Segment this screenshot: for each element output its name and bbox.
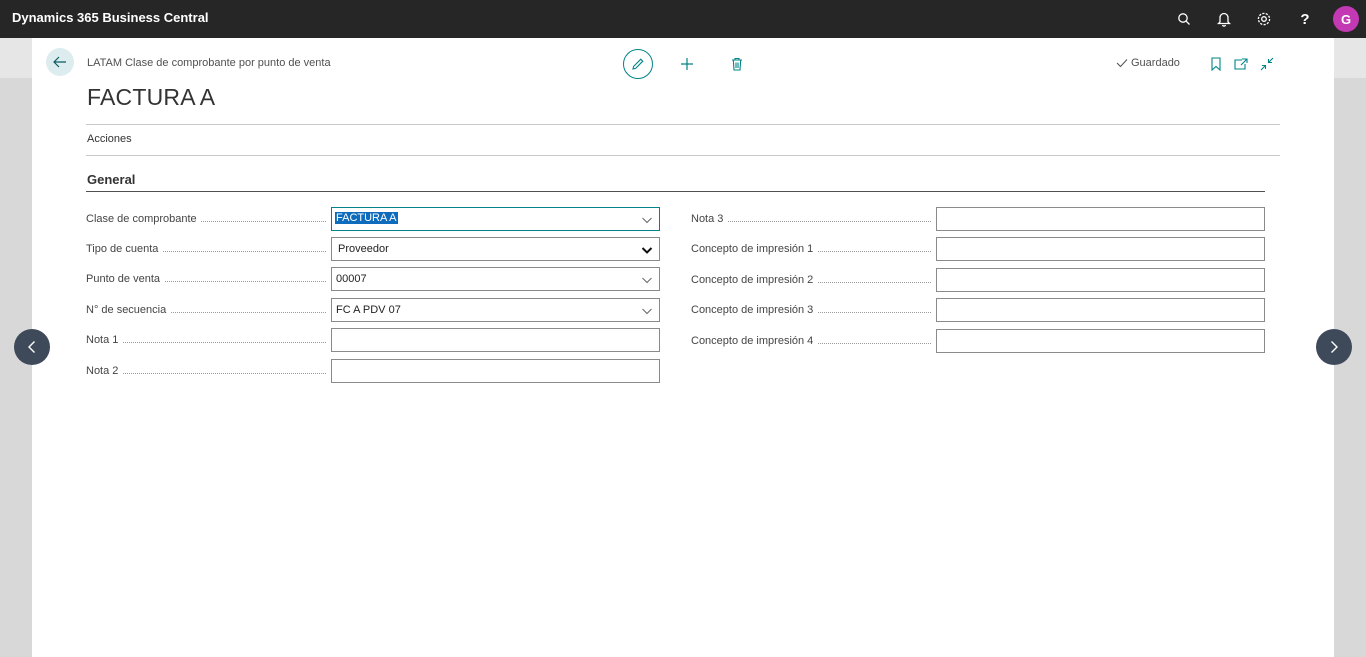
concepto-de-impresion-3-input[interactable] <box>936 298 1265 322</box>
field-label: Concepto de impresión 2 <box>691 274 818 286</box>
gear-icon[interactable] <box>1254 9 1274 29</box>
field-label: Tipo de cuenta <box>86 243 163 255</box>
new-button[interactable] <box>677 54 697 74</box>
chevron-down-icon <box>642 217 652 224</box>
trash-icon <box>732 57 742 71</box>
field-label: Nota 3 <box>691 213 728 225</box>
bookmark-icon <box>1211 57 1221 71</box>
previous-record-button[interactable] <box>14 329 50 365</box>
nota-3-input[interactable] <box>936 207 1265 231</box>
n-de-secuencia-input[interactable]: FC A PDV 07 <box>331 298 660 322</box>
app-title[interactable]: Dynamics 365 Business Central <box>12 10 209 25</box>
field-n-de-secuencia: N° de secuencia FC A PDV 07 <box>86 298 660 322</box>
chevron-left-icon <box>28 341 35 353</box>
field-label: Nota 2 <box>86 365 123 377</box>
punto-de-venta-input[interactable]: 00007 <box>331 267 660 291</box>
pencil-icon <box>632 58 644 70</box>
field-label: Clase de comprobante <box>86 213 201 225</box>
divider <box>86 155 1280 156</box>
field-concepto-de-impresion-4: Concepto de impresión 4 <box>691 329 1265 353</box>
field-label: Concepto de impresión 3 <box>691 304 818 316</box>
section-divider <box>86 191 1265 192</box>
save-status: Guardado <box>1116 57 1180 69</box>
field-label: N° de secuencia <box>86 304 171 316</box>
field-concepto-de-impresion-3: Concepto de impresión 3 <box>691 298 1265 322</box>
concepto-de-impresion-4-input[interactable] <box>936 329 1265 353</box>
chevron-down-icon <box>641 247 653 254</box>
field-concepto-de-impresion-2: Concepto de impresión 2 <box>691 268 1265 292</box>
edit-button[interactable] <box>623 49 653 79</box>
field-punto-de-venta: Punto de venta 00007 <box>86 267 660 291</box>
select-value: Proveedor <box>338 243 389 255</box>
top-bar: Dynamics 365 Business Central ? G <box>0 0 1366 38</box>
section-title-general[interactable]: General <box>87 172 135 187</box>
concepto-de-impresion-2-input[interactable] <box>936 268 1265 292</box>
help-icon[interactable]: ? <box>1295 9 1315 29</box>
page-title: FACTURA A <box>87 84 216 110</box>
nota-1-input[interactable] <box>331 328 660 352</box>
clase-de-comprobante-input[interactable]: FACTURA A <box>331 207 660 231</box>
field-label: Punto de venta <box>86 273 165 285</box>
field-clase-de-comprobante: Clase de comprobante FACTURA A <box>86 207 660 231</box>
field-label: Nota 1 <box>86 334 123 346</box>
divider <box>86 124 1280 125</box>
actions-menu[interactable]: Acciones <box>87 133 132 145</box>
record-card: LATAM Clase de comprobante por punto de … <box>32 38 1334 657</box>
bell-icon[interactable] <box>1214 9 1234 29</box>
concepto-de-impresion-1-input[interactable] <box>936 237 1265 261</box>
collapse-button[interactable] <box>1257 54 1277 74</box>
input-value: 00007 <box>336 273 367 285</box>
input-value: FC A PDV 07 <box>336 304 401 316</box>
next-record-button[interactable] <box>1316 329 1352 365</box>
selected-value: FACTURA A <box>335 212 398 224</box>
search-icon[interactable] <box>1174 9 1194 29</box>
avatar[interactable]: G <box>1333 6 1359 32</box>
arrow-left-icon <box>53 56 66 68</box>
breadcrumb: LATAM Clase de comprobante por punto de … <box>87 57 331 69</box>
open-new-window-button[interactable] <box>1231 54 1251 74</box>
field-label: Concepto de impresión 4 <box>691 335 818 347</box>
checkmark-icon <box>1116 59 1128 68</box>
field-nota-3: Nota 3 <box>691 207 1265 231</box>
chevron-down-icon <box>642 277 652 284</box>
chevron-down-icon <box>642 308 652 315</box>
delete-button[interactable] <box>727 54 747 74</box>
bookmark-button[interactable] <box>1206 54 1226 74</box>
collapse-icon <box>1260 57 1274 71</box>
plus-icon <box>681 58 693 70</box>
field-concepto-de-impresion-1: Concepto de impresión 1 <box>691 237 1265 261</box>
field-tipo-de-cuenta: Tipo de cuenta Proveedor <box>86 237 660 261</box>
tipo-de-cuenta-select[interactable]: Proveedor <box>331 237 660 261</box>
chevron-right-icon <box>1331 341 1338 353</box>
save-status-label: Guardado <box>1131 57 1180 69</box>
field-label: Concepto de impresión 1 <box>691 243 818 255</box>
field-nota-2: Nota 2 <box>86 359 660 383</box>
back-button[interactable] <box>46 48 74 76</box>
open-in-new-window-icon <box>1234 58 1248 70</box>
field-nota-1: Nota 1 <box>86 328 660 352</box>
nota-2-input[interactable] <box>331 359 660 383</box>
